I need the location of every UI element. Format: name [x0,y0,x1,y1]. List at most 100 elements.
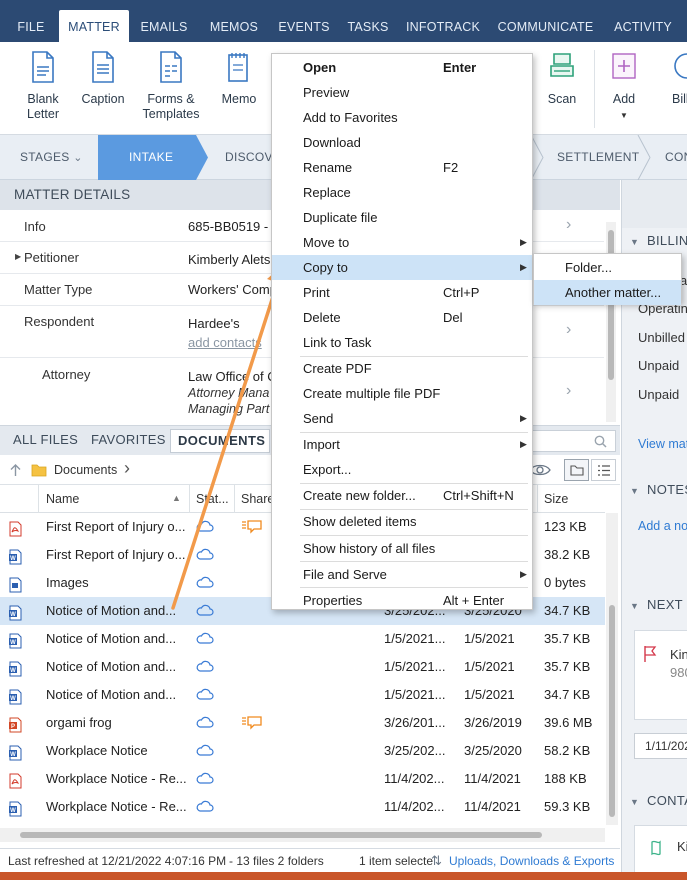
add-button[interactable]: Add ▼ [604,50,644,123]
submenu-item-folder[interactable]: Folder... [534,255,681,280]
billing-section-header[interactable]: ▼ BILLING [630,233,687,248]
file-row[interactable]: Porgami frog 3/26/201... 3/26/2019 39.6 MB [0,709,605,737]
uploads-downloads-link[interactable]: Uploads, Downloads & Exports [449,849,614,873]
file-name: Workplace Notice - Re... [46,771,186,786]
column-divider[interactable] [38,485,39,513]
menu-item-replace[interactable]: Replace [272,180,532,205]
file-list-scrollbar[interactable] [606,513,618,825]
details-scrollbar[interactable] [606,222,616,422]
menu-item-properties[interactable]: Properties Alt + Enter [272,588,532,613]
file-list-hscrollbar[interactable] [0,828,605,842]
menu-item-create-pdf[interactable]: Create PDF [272,356,532,381]
menu-item-duplicate-file[interactable]: Duplicate file [272,205,532,230]
column-divider[interactable] [537,485,538,513]
file-modified: 3/25/2020 [464,743,522,758]
file-created: 11/4/202... [384,771,445,786]
column-divider[interactable] [189,485,190,513]
next-step-number: 980 [670,665,687,680]
menu-item-label: Duplicate file [303,210,378,225]
chevron-right-icon[interactable]: › [566,216,571,234]
caption-button[interactable]: Caption [80,50,126,107]
submenu-item-another-matter[interactable]: Another matter... [534,280,681,305]
menu-item-import[interactable]: Import ▶ [272,432,532,457]
next-step-date-field[interactable]: 1/11/202 [634,733,687,759]
menu-item-create-new-folder[interactable]: Create new folder... Ctrl+Shift+N [272,483,532,508]
hscrollbar-thumb[interactable] [20,832,542,838]
menu-item-download[interactable]: Download [272,130,532,155]
tab-emails[interactable]: EMAILS [135,10,193,42]
stages-dropdown[interactable]: STAGES ⌄ [20,135,83,180]
add-dropdown-caret-icon[interactable]: ▼ [604,108,644,123]
list-view-toggle[interactable] [591,459,616,481]
menu-item-move-to[interactable]: Move to ▶ [272,230,532,255]
tab-all-files[interactable]: ALL FILES [13,432,78,447]
stage-separator [637,135,651,180]
menu-item-create-multiple-file-pdf[interactable]: Create multiple file PDF [272,381,532,406]
folder-view-toggle[interactable] [564,459,589,481]
chevron-right-icon[interactable]: › [566,321,571,339]
file-row[interactable]: W Notice of Motion and... 1/5/2021... 1/5/2… [0,653,605,681]
tab-communicate[interactable]: COMMUNICATE [493,10,598,42]
file-size: 188 KB [544,771,587,786]
column-status[interactable]: Stat... [196,492,229,506]
submenu-arrow-icon: ▶ [520,568,527,579]
breadcrumb-chevron-icon: › [124,458,130,478]
column-name[interactable]: Name [46,492,79,506]
add-note-link[interactable]: Add a not [638,519,687,533]
menu-item-print[interactable]: Print Ctrl+P [272,280,532,305]
menu-item-add-to-favorites[interactable]: Add to Favorites [272,105,532,130]
view-matter-billing-link[interactable]: View mat [638,437,687,451]
menu-item-link-to-task[interactable]: Link to Task [272,330,532,355]
contact-card[interactable]: Ki [634,825,687,872]
up-arrow-icon[interactable] [9,463,22,477]
menu-item-open[interactable]: Open Enter [272,55,532,80]
blank-letter-button[interactable]: Blank Letter [20,50,66,122]
contacts-section-header[interactable]: ▼ CONTA [630,793,687,808]
menu-item-rename[interactable]: Rename F2 [272,155,532,180]
file-row[interactable]: W Workplace Notice 3/25/202... 3/25/2020 58.… [0,737,605,765]
sort-up-icon[interactable]: ▲ [172,493,181,503]
column-shared[interactable]: Share [241,492,274,506]
billing-button[interactable]: Bill [664,50,687,107]
column-divider[interactable] [234,485,235,513]
file-search-input[interactable] [532,430,616,452]
tab-documents[interactable]: DOCUMENTS [170,429,270,453]
menu-item-send[interactable]: Send ▶ [272,406,532,431]
menu-item-preview[interactable]: Preview [272,80,532,105]
memo-button[interactable]: Memo [218,50,260,107]
tab-file[interactable]: FILE [8,10,54,42]
menu-item-delete[interactable]: Delete Del [272,305,532,330]
stage-next[interactable]: CON [665,135,687,180]
next-steps-section-header[interactable]: ▼ NEXT S [630,597,687,612]
add-contacts-link[interactable]: add contacts [188,335,262,350]
tab-tasks[interactable]: TASKS [343,10,393,42]
menu-item-show-deleted-items[interactable]: Show deleted items [272,509,532,534]
tab-activity[interactable]: ACTIVITY [607,10,679,42]
menu-item-file-and-serve[interactable]: File and Serve ▶ [272,562,532,587]
notes-section-header[interactable]: ▼ NOTES [630,482,687,497]
file-row[interactable]: W Notice of Motion and... 1/5/2021... 1/5/2… [0,625,605,653]
tab-favorites[interactable]: FAVORITES [91,432,166,447]
tab-infotrack[interactable]: INFOTRACK [403,10,483,42]
tab-memos[interactable]: MEMOS [203,10,265,42]
column-size[interactable]: Size [544,492,568,506]
scrollbar-thumb[interactable] [609,605,615,817]
breadcrumb-folder[interactable]: Documents [54,463,117,477]
menu-item-shortcut: Alt + Enter [443,592,505,608]
forms-templates-button[interactable]: Forms & Templates [140,50,202,122]
file-row[interactable]: Workplace Notice - Re... 11/4/202... 11/4/… [0,765,605,793]
stage-settlement[interactable]: SETTLEMENT [557,135,639,180]
tab-events[interactable]: EVENTS [275,10,333,42]
menu-item-export[interactable]: Export... [272,457,532,482]
file-row[interactable]: W Notice of Motion and... 1/5/2021... 1/5/2… [0,681,605,709]
stage-intake[interactable]: INTAKE [129,135,173,180]
scan-button[interactable]: Scan [541,50,583,107]
chevron-right-icon[interactable]: › [566,382,571,400]
next-step-card[interactable]: Kin 980 [634,630,687,720]
menu-item-copy-to[interactable]: Copy to ▶ [272,255,532,280]
expand-triangle-icon[interactable]: ▶ [15,252,21,261]
menu-item-show-history-of-all-files[interactable]: Show history of all files [272,536,532,561]
search-icon[interactable] [594,435,607,448]
tab-matter[interactable]: MATTER [59,10,129,42]
file-row[interactable]: W Workplace Notice - Re... 11/4/202... 11/4… [0,793,605,821]
